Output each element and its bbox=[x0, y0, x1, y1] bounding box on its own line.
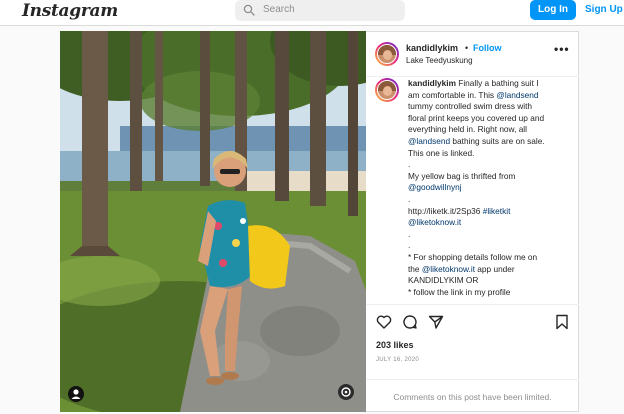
caption-line: * For shopping details follow me on bbox=[408, 252, 568, 264]
search-input[interactable]: Search bbox=[263, 4, 295, 15]
top-nav-bar: Instagram Search Log In Sign Up bbox=[0, 0, 624, 26]
likes-count[interactable]: 203 likes bbox=[376, 340, 414, 350]
instagram-logo[interactable]: Instagram bbox=[22, 1, 118, 21]
heart-icon[interactable] bbox=[376, 314, 392, 330]
caption-line: tummy controlled swim dress with bbox=[408, 101, 568, 113]
post-username[interactable]: kandidlykim bbox=[406, 43, 458, 53]
caption-text: Finally a bathing suit I bbox=[455, 78, 539, 88]
caption-text: tummy controlled swim dress with bbox=[408, 101, 533, 112]
caption-text: bathing suits are on sale. bbox=[450, 135, 545, 146]
caption-mention-link[interactable]: @landsend bbox=[496, 90, 538, 100]
caption-line: * follow the link in my profile bbox=[408, 287, 568, 299]
caption-text: . bbox=[408, 240, 411, 251]
caption-line: . bbox=[408, 194, 568, 206]
caption-line: http://liketk.it/2Sp36 #liketkit bbox=[408, 206, 568, 218]
caption-text: everything held in. Right now, all bbox=[408, 124, 527, 135]
bookmark-icon[interactable] bbox=[554, 314, 570, 330]
search-box[interactable]: Search bbox=[235, 0, 405, 21]
caption-text: . bbox=[408, 228, 411, 239]
caption-line: . bbox=[408, 159, 568, 171]
caption-text: * For shopping details follow me on bbox=[408, 251, 538, 262]
caption-line: am comfortable in. This @landsend bbox=[408, 90, 568, 102]
avatar[interactable] bbox=[375, 42, 399, 66]
separator-dot: • bbox=[465, 43, 469, 53]
post-photo[interactable] bbox=[60, 31, 366, 412]
caption-avatar[interactable] bbox=[375, 78, 399, 102]
caption-text: * follow the link in my profile bbox=[408, 286, 511, 297]
caption-mention-link[interactable]: #liketkit bbox=[483, 206, 511, 216]
caption-line: KANDIDLYKIM OR bbox=[408, 275, 568, 287]
post-sidebar: kandidlykim • Follow Lake Teedyuskung ••… bbox=[366, 31, 579, 412]
caption-line: @liketoknow.it bbox=[408, 217, 568, 229]
caption-text: . bbox=[408, 193, 411, 204]
search-icon bbox=[243, 4, 255, 16]
post-caption: kandidlykim Finally a bathing suit Iam c… bbox=[408, 78, 568, 298]
caption-text: floral print keeps you covered up and bbox=[408, 112, 545, 123]
post-header: kandidlykim • Follow Lake Teedyuskung ••… bbox=[366, 32, 579, 77]
caption-line: floral print keeps you covered up and bbox=[408, 113, 568, 125]
caption-text: This one is linked. bbox=[408, 147, 475, 158]
reel-camera-icon[interactable] bbox=[337, 383, 355, 401]
login-button[interactable]: Log In bbox=[530, 0, 576, 20]
caption-line: My yellow bag is thrifted from bbox=[408, 171, 568, 183]
post-date: JULY 16, 2020 bbox=[376, 357, 420, 363]
caption-text: . bbox=[408, 159, 411, 170]
caption-line: kandidlykim Finally a bathing suit I bbox=[408, 78, 568, 90]
caption-line: . bbox=[408, 240, 568, 252]
caption-line: . bbox=[408, 229, 568, 241]
post-location[interactable]: Lake Teedyuskung bbox=[406, 56, 473, 65]
caption-mention-link[interactable]: @liketoknow.it bbox=[408, 217, 461, 227]
caption-line: the @liketoknow.it app under bbox=[408, 264, 568, 276]
caption-line: @landsend bathing suits are on sale. bbox=[408, 136, 568, 148]
caption-text: am comfortable in. This bbox=[408, 89, 497, 100]
caption-mention-link[interactable]: @liketoknow.it bbox=[422, 264, 475, 274]
caption-author[interactable]: kandidlykim bbox=[408, 78, 456, 88]
caption-mention-link[interactable]: @goodwillnynj bbox=[408, 182, 462, 192]
caption-text: the bbox=[408, 263, 422, 274]
caption-text: app under bbox=[475, 263, 515, 274]
comments-limited-notice: Comments on this post have been limited. bbox=[366, 379, 579, 413]
signup-link[interactable]: Sign Up bbox=[585, 4, 623, 15]
caption-mention-link[interactable]: @landsend bbox=[408, 136, 450, 146]
caption-text: http://liketk.it/2Sp36 bbox=[408, 205, 483, 216]
tagged-user-icon[interactable] bbox=[68, 386, 84, 402]
more-options-icon[interactable]: ••• bbox=[554, 42, 570, 56]
share-icon[interactable] bbox=[428, 314, 444, 330]
caption-text: My yellow bag is thrifted from bbox=[408, 170, 516, 181]
caption-line: @goodwillnynj bbox=[408, 182, 568, 194]
post-actions bbox=[366, 304, 579, 330]
caption-text: KANDIDLYKIM OR bbox=[408, 275, 479, 286]
caption-line: everything held in. Right now, all bbox=[408, 124, 568, 136]
caption-line: This one is linked. bbox=[408, 148, 568, 160]
comment-icon[interactable] bbox=[402, 314, 418, 330]
follow-button[interactable]: Follow bbox=[473, 43, 502, 53]
